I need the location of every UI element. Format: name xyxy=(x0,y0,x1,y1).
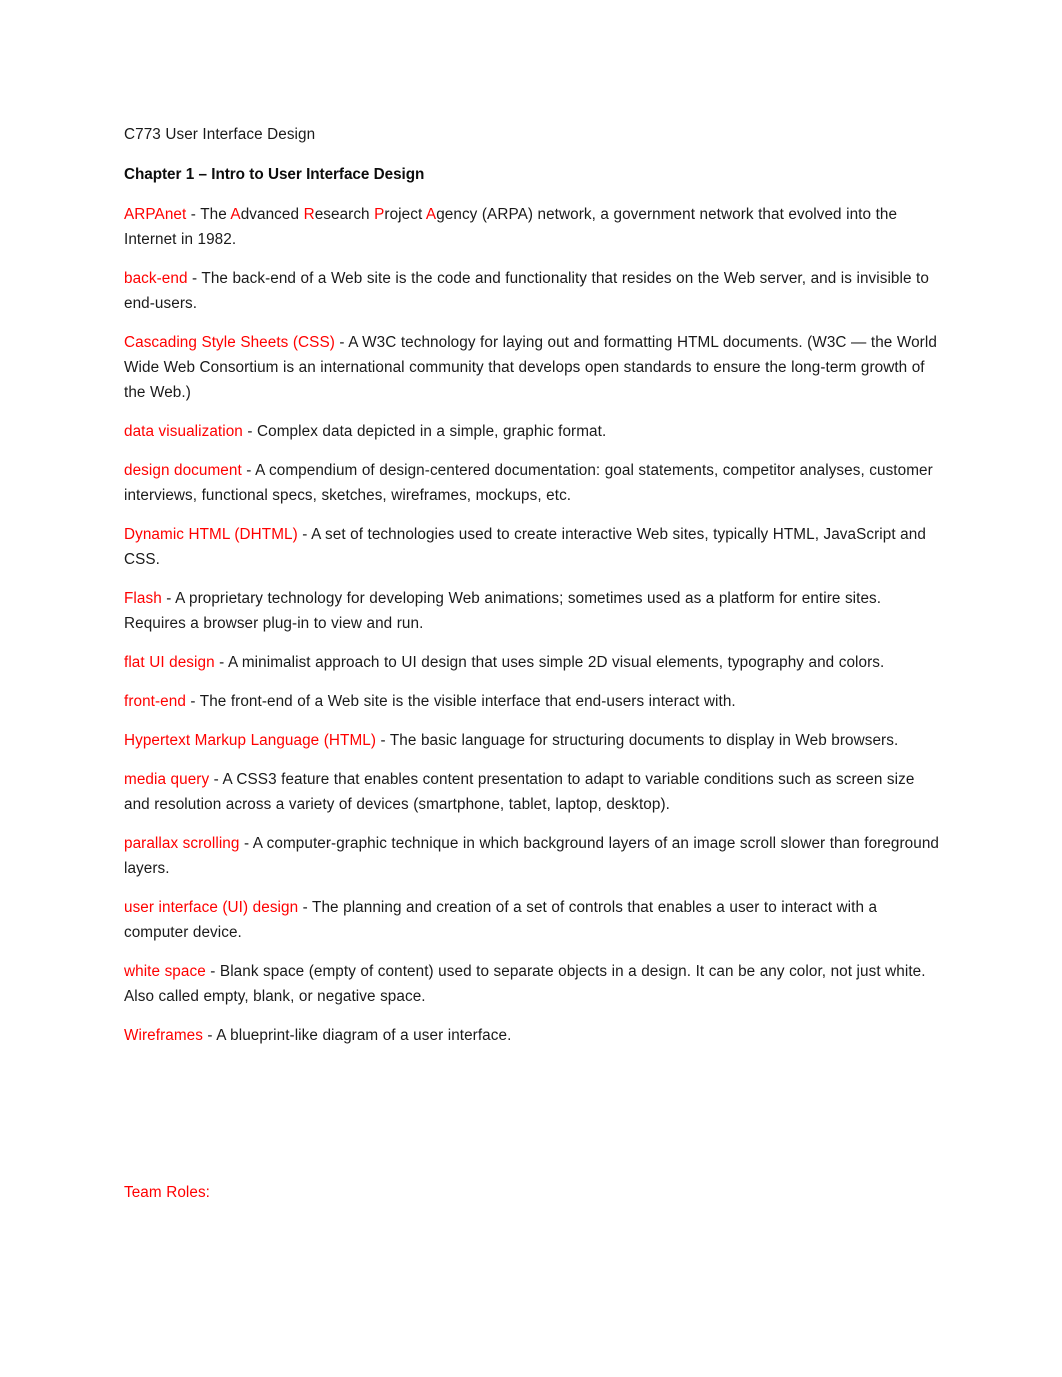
glossary-term: Hypertext Markup Language (HTML) xyxy=(124,732,377,749)
glossary-term: front-end xyxy=(124,693,186,710)
glossary-separator: - xyxy=(205,963,220,980)
glossary-separator: - xyxy=(185,693,200,710)
glossary-entry-flash: Flash - A proprietary technology for dev… xyxy=(124,586,942,636)
glossary-definition: A minimalist approach to UI design that … xyxy=(227,654,885,671)
glossary-separator: - xyxy=(334,334,349,351)
glossary-term: back-end xyxy=(124,270,188,287)
glossary-definition-part: dvanced xyxy=(240,206,304,223)
glossary-definition: Blank space (empty of content) used to s… xyxy=(124,963,926,1005)
glossary-term: data visualization xyxy=(124,423,243,440)
glossary-definition: The basic language for structuring docum… xyxy=(389,732,899,749)
glossary-term: Cascading Style Sheets (CSS) xyxy=(124,334,335,351)
glossary-term: white space xyxy=(124,963,206,980)
glossary-separator: - xyxy=(214,654,228,671)
glossary-definition-part-accent: A xyxy=(230,206,241,223)
glossary-definition-part-accent: A xyxy=(425,206,437,223)
glossary-term: Flash xyxy=(124,590,162,607)
glossary-definition: The front-end of a Web site is the visib… xyxy=(199,693,736,710)
glossary-term: user interface (UI) design xyxy=(124,899,299,916)
glossary-entry-data-visualization: data visualization - Complex data depict… xyxy=(124,419,942,444)
glossary-entry-parallax-scrolling: parallax scrolling - A computer-graphic … xyxy=(124,831,942,881)
glossary-definition-part: The xyxy=(200,206,231,223)
glossary-definition: A blueprint-like diagram of a user inter… xyxy=(216,1027,512,1044)
glossary-separator: - xyxy=(242,423,258,440)
glossary-term: Dynamic HTML (DHTML) xyxy=(124,526,298,543)
glossary-definition: A proprietary technology for developing … xyxy=(124,590,882,632)
glossary-term: flat UI design xyxy=(124,654,215,671)
glossary-separator: - xyxy=(239,835,253,852)
glossary-separator: - xyxy=(209,771,223,788)
glossary-entry-arpanet: ARPAnet - The Advanced Research Project … xyxy=(124,202,942,252)
glossary-term: parallax scrolling xyxy=(124,835,240,852)
glossary-entry-css: Cascading Style Sheets (CSS) - A W3C tec… xyxy=(124,330,942,405)
document-body: C773 User Interface Design Chapter 1 – I… xyxy=(124,122,942,1205)
glossary-definition-part-accent: R xyxy=(303,206,315,223)
chapter-heading: Chapter 1 – Intro to User Interface Desi… xyxy=(124,166,425,183)
team-roles-heading: Team Roles: xyxy=(124,1184,211,1201)
glossary-definition: A CSS3 feature that enables content pres… xyxy=(124,771,915,813)
glossary-separator: - xyxy=(298,899,313,916)
glossary-term: media query xyxy=(124,771,210,788)
glossary-definition-part: roject xyxy=(384,206,426,223)
glossary-separator: - xyxy=(186,206,201,223)
document-page: C773 User Interface Design Chapter 1 – I… xyxy=(0,0,1062,1377)
glossary-term: design document xyxy=(124,462,242,479)
glossary-entry-media-query: media query - A CSS3 feature that enable… xyxy=(124,767,942,817)
glossary-entry-front-end: front-end - The front-end of a Web site … xyxy=(124,689,942,714)
glossary-entry-ui-design: user interface (UI) design - The plannin… xyxy=(124,895,942,945)
glossary-entry-design-document: design document - A compendium of design… xyxy=(124,458,942,508)
glossary-separator: - xyxy=(202,1027,217,1044)
glossary-entry-flat-ui-design: flat UI design - A minimalist approach t… xyxy=(124,650,942,675)
glossary-entry-dhtml: Dynamic HTML (DHTML) - A set of technolo… xyxy=(124,522,942,572)
glossary-entry-wireframes: Wireframes - A blueprint-like diagram of… xyxy=(124,1023,942,1048)
glossary-entry-white-space: white space - Blank space (empty of cont… xyxy=(124,959,942,1009)
glossary-separator: - xyxy=(297,526,312,543)
glossary-definition: Complex data depicted in a simple, graph… xyxy=(257,423,607,440)
glossary-separator: - xyxy=(161,590,176,607)
glossary-definition-part-accent: P xyxy=(374,206,385,223)
glossary-definition: The back-end of a Web site is the code a… xyxy=(124,270,929,312)
glossary-entry-html: Hypertext Markup Language (HTML) - The b… xyxy=(124,728,942,753)
document-title: C773 User Interface Design xyxy=(124,126,316,143)
glossary-term: Wireframes xyxy=(124,1027,203,1044)
glossary-definition-part: esearch xyxy=(314,206,375,223)
glossary-separator: - xyxy=(376,732,390,749)
glossary-entry-back-end: back-end - The back-end of a Web site is… xyxy=(124,266,942,316)
glossary-separator: - xyxy=(187,270,202,287)
glossary-separator: - xyxy=(241,462,256,479)
glossary-term: ARPAnet xyxy=(124,206,187,223)
